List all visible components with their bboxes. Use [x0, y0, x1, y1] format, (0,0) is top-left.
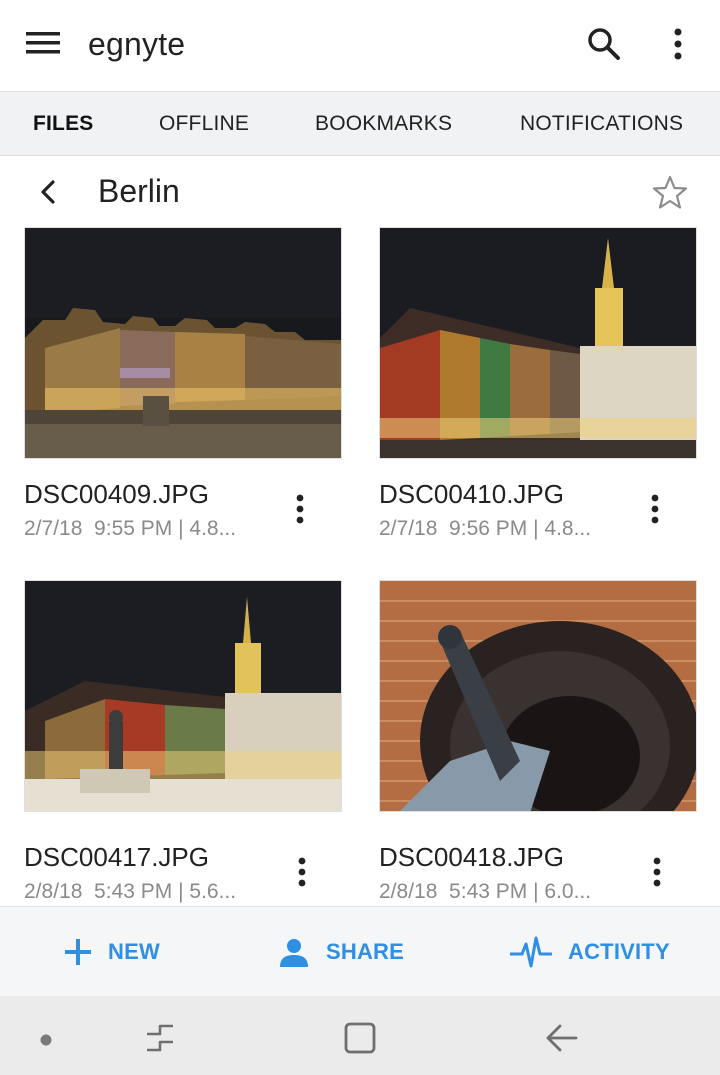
file-meta: 2/8/18 5:43 PM | 5.6...: [24, 880, 237, 903]
tab-files[interactable]: FILES: [33, 92, 94, 156]
thumbnail-image: [25, 228, 341, 458]
file-grid: DSC00409.JPG 2/7/18 9:55 PM | 4.8... DSC…: [0, 227, 720, 905]
folder-header: Berlin: [0, 157, 720, 227]
hamburger-menu-icon[interactable]: [26, 28, 62, 58]
file-name: DSC00418.JPG: [379, 842, 564, 872]
action-bar: NEW SHARE ACTIVITY: [0, 906, 720, 996]
thumbnail-image: [380, 581, 696, 811]
new-label: NEW: [108, 939, 160, 964]
file-more-icon[interactable]: [643, 489, 667, 529]
thumbnail-image: [25, 581, 341, 811]
person-icon: [280, 939, 308, 967]
tab-bar: FILES OFFLINE BOOKMARKS NOTIFICATIONS: [0, 92, 720, 156]
folder-title: Berlin: [98, 173, 180, 209]
file-name: DSC00410.JPG: [379, 479, 564, 509]
back-nav-icon[interactable]: [544, 1020, 580, 1056]
file-card[interactable]: DSC00409.JPG 2/7/18 9:55 PM | 4.8...: [24, 227, 342, 557]
dot-icon: [40, 1034, 52, 1046]
file-more-icon[interactable]: [290, 852, 314, 892]
system-nav-bar: [0, 996, 720, 1075]
file-meta: 2/7/18 9:56 PM | 4.8...: [379, 517, 592, 540]
file-thumbnail[interactable]: [379, 227, 697, 459]
app-bar: egnyte: [0, 0, 720, 92]
file-thumbnail[interactable]: [24, 227, 342, 459]
tab-offline[interactable]: OFFLINE: [159, 92, 249, 156]
app-brand: egnyte: [88, 26, 186, 62]
tab-bookmarks[interactable]: BOOKMARKS: [315, 92, 452, 156]
file-meta: 2/8/18 5:43 PM | 6.0...: [379, 880, 592, 903]
star-outline-icon[interactable]: [650, 173, 690, 213]
file-thumbnail[interactable]: [379, 580, 697, 812]
share-label: SHARE: [326, 939, 405, 964]
file-more-icon[interactable]: [288, 489, 312, 529]
file-more-icon[interactable]: [645, 852, 669, 892]
file-name: DSC00409.JPG: [24, 479, 209, 509]
recents-icon[interactable]: [142, 1020, 178, 1056]
plus-icon: [65, 939, 91, 965]
file-card[interactable]: DSC00410.JPG 2/7/18 9:56 PM | 4.8...: [379, 227, 697, 557]
file-card[interactable]: DSC00417.JPG 2/8/18 5:43 PM | 5.6...: [24, 580, 342, 905]
thumbnail-image: [380, 228, 696, 458]
file-thumbnail[interactable]: [24, 580, 342, 812]
file-meta: 2/7/18 9:55 PM | 4.8...: [24, 517, 237, 540]
pulse-icon: [510, 936, 552, 968]
home-icon[interactable]: [342, 1020, 378, 1056]
search-icon[interactable]: [584, 24, 624, 64]
arrow-back-icon[interactable]: [34, 175, 64, 209]
file-name: DSC00417.JPG: [24, 842, 209, 872]
share-button[interactable]: SHARE: [278, 907, 404, 997]
activity-button[interactable]: ACTIVITY: [510, 907, 670, 997]
activity-label: ACTIVITY: [568, 939, 670, 964]
more-vert-icon[interactable]: [660, 24, 696, 64]
tab-notifications[interactable]: NOTIFICATIONS: [520, 92, 683, 156]
new-button[interactable]: NEW: [64, 907, 160, 997]
file-card[interactable]: DSC00418.JPG 2/8/18 5:43 PM | 6.0...: [379, 580, 697, 905]
